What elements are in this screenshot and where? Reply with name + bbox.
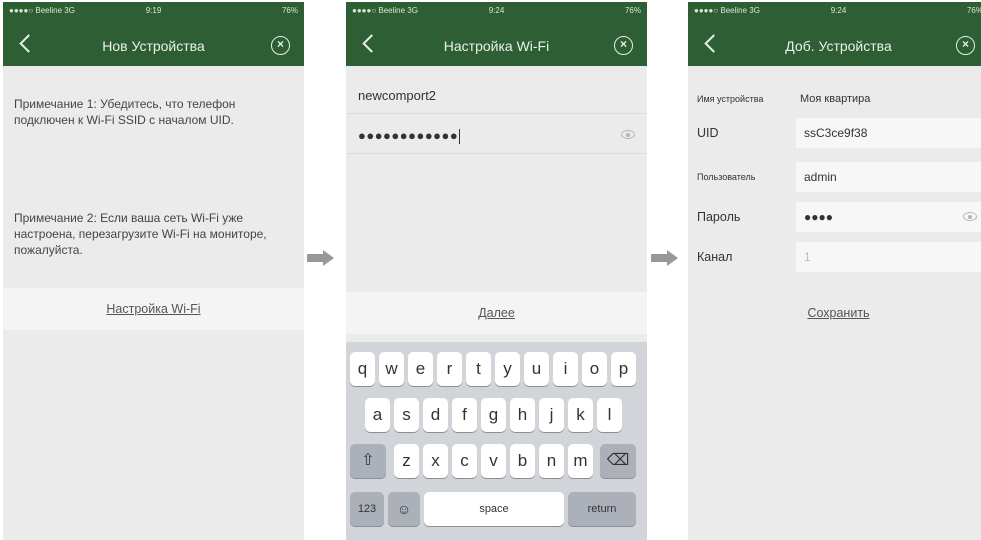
ssid-field[interactable]: newcomport2 (346, 76, 647, 114)
eye-icon[interactable] (963, 212, 977, 221)
nav-bar: ●●●●○ Beeline 3G 9:24 76% Доб. Устройств… (688, 2, 981, 66)
status-bar: ●●●●○ Beeline 3G 9:24 76% (346, 2, 647, 20)
note-1: Примечание 1: Убедитесь, что телефон под… (14, 97, 236, 127)
password-row: Пароль ●●●● (688, 200, 981, 234)
user-field[interactable]: admin (796, 162, 981, 192)
uid-label: UID (697, 126, 719, 140)
key-u[interactable]: u (524, 352, 549, 386)
wifi-password-field[interactable]: ●●●●●●●●●●●● (346, 116, 647, 154)
status-time: 9:24 (830, 6, 847, 15)
eye-icon[interactable] (621, 130, 635, 139)
password-value: ●●●● (804, 210, 833, 224)
key-s[interactable]: s (394, 398, 419, 432)
channel-value: 1 (804, 250, 811, 264)
note-2: Примечание 2: Если ваша сеть Wi-Fi уже н… (14, 211, 267, 257)
uid-value: ssC3ce9f38 (804, 126, 868, 140)
save-bar: Сохранить (688, 292, 981, 334)
key-p[interactable]: p (611, 352, 636, 386)
close-circle-icon[interactable]: × (614, 36, 633, 55)
next-bar: Далее (346, 292, 647, 334)
shift-key[interactable]: ⇧ (350, 444, 386, 478)
nav-bar: ●●●●○ Beeline 3G 9:24 76% Настройка Wi-F… (346, 2, 647, 66)
space-key[interactable]: space (424, 492, 564, 526)
chevron-left-icon[interactable] (702, 34, 720, 56)
screen-add-device: ●●●●○ Beeline 3G 9:24 76% Доб. Устройств… (688, 2, 981, 540)
wifi-password-value: ●●●●●●●●●●●● (358, 128, 461, 145)
key-m[interactable]: m (568, 444, 593, 478)
wifi-setup-link[interactable]: Настройка Wi-Fi (3, 288, 304, 330)
status-bar: ●●●●○ Beeline 3G 9:19 76% (3, 2, 304, 20)
page-title: Доб. Устройства (785, 38, 892, 54)
key-n[interactable]: n (539, 444, 564, 478)
key-r[interactable]: r (437, 352, 462, 386)
user-row: Пользователь admin (688, 160, 981, 194)
uid-row: UID ssC3ce9f38 (688, 116, 981, 150)
next-link[interactable]: Далее (346, 292, 647, 334)
device-name-value[interactable]: Моя квартира (800, 93, 870, 105)
page-title: Настройка Wi-Fi (443, 38, 550, 54)
keyboard: q w e r t y u i o p a s d f g h j k l ⇧ … (346, 342, 647, 540)
close-circle-icon[interactable]: × (956, 36, 975, 55)
key-b[interactable]: b (510, 444, 535, 478)
password-field[interactable]: ●●●● (796, 202, 981, 232)
key-o[interactable]: o (582, 352, 607, 386)
key-i[interactable]: i (553, 352, 578, 386)
password-label: Пароль (697, 210, 741, 224)
key-q[interactable]: q (350, 352, 375, 386)
status-bar: ●●●●○ Beeline 3G 9:24 76% (688, 2, 981, 20)
arrow-right-icon (651, 250, 679, 266)
channel-row: Канал 1 (688, 240, 981, 274)
numbers-key[interactable]: 123 (350, 492, 384, 526)
key-v[interactable]: v (481, 444, 506, 478)
status-time: 9:19 (145, 6, 162, 15)
key-z[interactable]: z (394, 444, 419, 478)
ssid-value: newcomport2 (358, 88, 437, 103)
page-title: Нов Устройства (102, 38, 205, 54)
key-t[interactable]: t (466, 352, 491, 386)
battery-indicator: 76% (624, 6, 641, 15)
key-k[interactable]: k (568, 398, 593, 432)
key-a[interactable]: a (365, 398, 390, 432)
key-j[interactable]: j (539, 398, 564, 432)
user-label: Пользователь (697, 172, 756, 182)
wifi-setup-bar: Настройка Wi-Fi (3, 288, 304, 330)
battery-indicator: 76% (966, 6, 981, 15)
device-name-label: Имя устройства (697, 94, 764, 104)
key-e[interactable]: e (408, 352, 433, 386)
nav-bar: ●●●●○ Beeline 3G 9:19 76% Нов Устройства… (3, 2, 304, 66)
save-link[interactable]: Сохранить (688, 292, 981, 334)
key-d[interactable]: d (423, 398, 448, 432)
backspace-key[interactable]: ⌫ (600, 444, 636, 478)
screen-wifi-setup: ●●●●○ Beeline 3G 9:24 76% Настройка Wi-F… (346, 2, 647, 540)
key-f[interactable]: f (452, 398, 477, 432)
chevron-left-icon[interactable] (360, 34, 378, 56)
globe-icon[interactable]: ☺ (388, 492, 420, 526)
battery-indicator: 76% (281, 6, 298, 15)
key-c[interactable]: c (452, 444, 477, 478)
screen-new-device: ●●●●○ Beeline 3G 9:19 76% Нов Устройства… (3, 2, 304, 540)
key-h[interactable]: h (510, 398, 535, 432)
close-circle-icon[interactable]: × (271, 36, 290, 55)
uid-field[interactable]: ssC3ce9f38 (796, 118, 981, 148)
channel-field[interactable]: 1 (796, 242, 981, 272)
chevron-left-icon[interactable] (17, 34, 35, 56)
device-name-row: Имя устройства Моя квартира (688, 82, 981, 116)
key-l[interactable]: l (597, 398, 622, 432)
return-key[interactable]: return (568, 492, 636, 526)
user-value: admin (804, 170, 837, 184)
arrow-right-icon (307, 250, 335, 266)
channel-label: Канал (697, 250, 733, 264)
key-g[interactable]: g (481, 398, 506, 432)
key-w[interactable]: w (379, 352, 404, 386)
status-time: 9:24 (488, 6, 505, 15)
key-y[interactable]: y (495, 352, 520, 386)
key-x[interactable]: x (423, 444, 448, 478)
